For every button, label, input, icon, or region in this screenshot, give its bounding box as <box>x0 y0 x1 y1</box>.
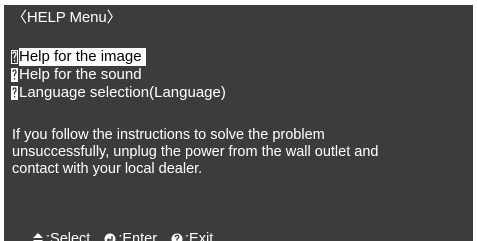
message-line: unsuccessfully, unplug the power from th… <box>12 144 379 160</box>
footer-hints: :Select :Enter :Exit <box>32 230 227 241</box>
help-menu-list: Help for the image Help for the sound La… <box>11 48 431 102</box>
help-menu-screen: 〈HELP Menu〉 Help for the image Help for … <box>4 5 473 241</box>
question-mark-icon <box>11 86 18 100</box>
menu-item-help-image[interactable]: Help for the image <box>11 48 431 66</box>
select-hint-label: :Select <box>46 231 91 241</box>
message-line: contact with your local dealer. <box>12 161 203 177</box>
question-mark-icon <box>11 50 18 64</box>
exit-hint-label: :Exit <box>185 231 214 241</box>
menu-item-help-sound[interactable]: Help for the sound <box>11 66 431 84</box>
question-icon <box>171 233 183 241</box>
help-message: If you follow the instructions to solve … <box>12 127 467 178</box>
exit-hint: :Exit <box>171 230 213 241</box>
menu-item-label: Help for the image <box>19 48 146 66</box>
enter-hint: :Enter <box>104 230 157 241</box>
enter-hint-label: :Enter <box>118 231 158 241</box>
menu-item-language[interactable]: Language selection(Language) <box>11 84 431 102</box>
message-line: If you follow the instructions to solve … <box>12 127 325 143</box>
menu-item-label: Help for the sound <box>19 66 142 83</box>
select-hint: :Select <box>32 230 90 241</box>
enter-icon <box>104 233 116 241</box>
up-down-arrows-icon <box>33 233 43 241</box>
menu-item-label: Language selection(Language) <box>19 84 226 101</box>
question-mark-icon <box>11 68 18 82</box>
help-menu-title: 〈HELP Menu〉 <box>12 9 122 26</box>
